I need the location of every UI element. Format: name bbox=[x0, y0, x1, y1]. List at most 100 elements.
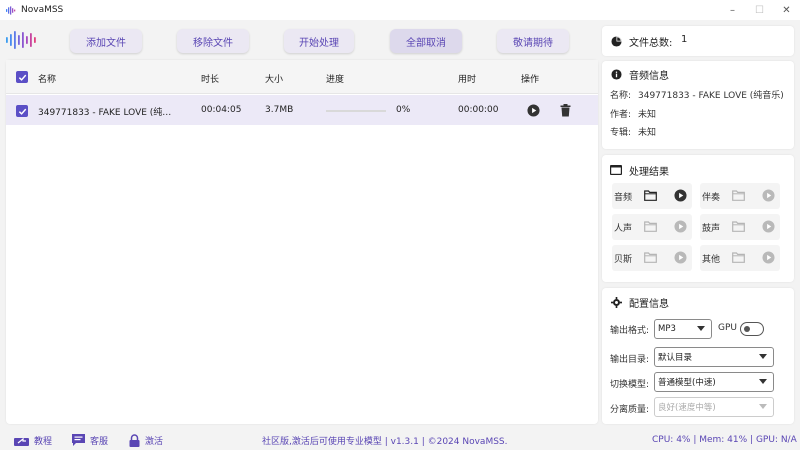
format-value: MP3 bbox=[658, 324, 676, 334]
chat-icon bbox=[72, 434, 85, 446]
file-count-value: 1 bbox=[681, 34, 688, 45]
quality-select[interactable]: 良好(速度中等) bbox=[654, 397, 774, 417]
pie-chart-icon bbox=[610, 35, 622, 47]
play-icon[interactable] bbox=[674, 189, 687, 205]
format-label: 输出格式: bbox=[610, 326, 650, 336]
results-title: 处理结果 bbox=[629, 167, 669, 178]
result-label: 贝斯 bbox=[614, 255, 633, 265]
chevron-down-icon bbox=[759, 354, 767, 359]
gpu-toggle[interactable] bbox=[740, 322, 764, 336]
status-bar: 教程 客服 激活 社区版,激活后可使用专业模型 | v1.3.1 | ©2024… bbox=[0, 430, 800, 450]
model-label: 切换模型: bbox=[610, 380, 650, 390]
outdir-label: 输出目录: bbox=[610, 355, 650, 365]
lock-icon bbox=[129, 433, 140, 447]
row-progress-bar bbox=[326, 110, 386, 112]
result-item: 鼓声 bbox=[700, 214, 780, 240]
outdir-value: 默认目录 bbox=[658, 353, 693, 363]
chevron-down-icon bbox=[759, 379, 767, 384]
close-button[interactable]: ✕ bbox=[773, 0, 800, 20]
file-count-label: 文件总数: bbox=[629, 38, 673, 49]
result-label: 其他 bbox=[702, 255, 721, 265]
folder-icon[interactable] bbox=[644, 221, 657, 235]
chevron-down-icon bbox=[697, 326, 705, 331]
audio-album-label: 专辑: bbox=[610, 128, 632, 138]
toggle-knob bbox=[744, 326, 750, 332]
folder-icon[interactable] bbox=[644, 252, 657, 266]
outdir-select[interactable]: 默认目录 bbox=[654, 347, 774, 367]
maximize-button[interactable]: ☐ bbox=[746, 0, 773, 20]
gpu-label: GPU bbox=[718, 323, 737, 333]
audio-author-value: 未知 bbox=[638, 110, 657, 120]
config-title: 配置信息 bbox=[629, 299, 669, 310]
audio-album-value: 未知 bbox=[638, 128, 657, 138]
result-label: 伴奏 bbox=[702, 193, 721, 203]
result-item: 伴奏 bbox=[700, 183, 780, 209]
model-value: 普通模型(中速) bbox=[658, 378, 716, 388]
quality-value: 良好(速度中等) bbox=[658, 403, 716, 413]
add-files-button[interactable]: 添加文件 bbox=[70, 29, 142, 53]
folder-icon[interactable] bbox=[644, 190, 657, 204]
table-header: 名称 时长 大小 进度 用时 操作 bbox=[6, 60, 598, 94]
support-link[interactable]: 客服 bbox=[72, 434, 108, 447]
result-label: 人声 bbox=[614, 224, 633, 234]
header-duration: 时长 bbox=[201, 75, 220, 85]
remove-files-button[interactable]: 移除文件 bbox=[177, 29, 249, 53]
result-item: 贝斯 bbox=[612, 245, 692, 271]
format-select[interactable]: MP3 bbox=[654, 319, 712, 339]
cancel-all-button[interactable]: 全部取消 bbox=[390, 29, 462, 53]
title-bar: NovaMSS – ☐ ✕ bbox=[0, 0, 800, 20]
header-elapsed: 用时 bbox=[458, 75, 477, 85]
start-processing-button[interactable]: 开始处理 bbox=[284, 29, 354, 53]
play-icon[interactable] bbox=[674, 251, 687, 267]
folder-icon[interactable] bbox=[732, 252, 745, 266]
table-row[interactable]: 349771833 - FAKE LOVE (纯… 00:04:05 3.7MB… bbox=[6, 95, 598, 125]
window-controls: – ☐ ✕ bbox=[719, 0, 800, 20]
quality-label: 分离质量: bbox=[610, 405, 650, 415]
model-select[interactable]: 普通模型(中速) bbox=[654, 372, 774, 392]
result-item: 人声 bbox=[612, 214, 692, 240]
select-all-checkbox[interactable] bbox=[16, 71, 28, 83]
audio-info-title: 音频信息 bbox=[629, 71, 669, 82]
app-logo-icon bbox=[6, 5, 16, 15]
info-icon bbox=[610, 68, 622, 80]
play-icon[interactable] bbox=[527, 104, 540, 120]
tutorial-link[interactable]: 教程 bbox=[14, 434, 52, 447]
header-size: 大小 bbox=[265, 75, 284, 85]
audio-info-panel: 音频信息 名称: 349771833 - FAKE LOVE (纯音乐) 作者:… bbox=[602, 61, 794, 149]
window-title: NovaMSS bbox=[21, 5, 64, 15]
play-icon[interactable] bbox=[674, 220, 687, 236]
header-name: 名称 bbox=[38, 75, 57, 85]
row-name: 349771833 - FAKE LOVE (纯… bbox=[38, 108, 172, 118]
row-elapsed: 00:00:00 bbox=[458, 105, 499, 115]
minimize-button[interactable]: – bbox=[719, 0, 746, 20]
row-duration: 00:04:05 bbox=[201, 105, 242, 115]
row-progress-text: 0% bbox=[396, 105, 411, 115]
gear-icon bbox=[610, 296, 622, 308]
play-icon[interactable] bbox=[762, 220, 775, 236]
row-size: 3.7MB bbox=[265, 105, 294, 115]
waveform-logo-icon bbox=[6, 31, 36, 52]
version-info: 社区版,激活后可使用专业模型 | v1.3.1 | ©2024 NovaMSS. bbox=[262, 436, 508, 447]
result-label: 鼓声 bbox=[702, 224, 721, 234]
activate-link[interactable]: 激活 bbox=[129, 433, 164, 447]
resource-stats: CPU: 4% | Mem: 41% | GPU: N/A bbox=[652, 435, 797, 445]
folder-icon[interactable] bbox=[732, 221, 745, 235]
row-checkbox[interactable] bbox=[16, 105, 28, 117]
header-actions: 操作 bbox=[521, 75, 540, 85]
play-icon[interactable] bbox=[762, 251, 775, 267]
tutorial-icon bbox=[14, 437, 29, 446]
coming-soon-button[interactable]: 敬请期待 bbox=[497, 29, 569, 53]
header-progress: 进度 bbox=[326, 75, 345, 85]
chevron-down-icon bbox=[759, 404, 767, 409]
activate-label: 激活 bbox=[145, 436, 164, 447]
delete-icon[interactable] bbox=[560, 104, 571, 120]
result-item: 其他 bbox=[700, 245, 780, 271]
tutorial-label: 教程 bbox=[34, 436, 53, 447]
audio-author-label: 作者: bbox=[610, 110, 632, 120]
file-count-panel: 文件总数: 1 bbox=[602, 26, 794, 56]
play-icon[interactable] bbox=[762, 189, 775, 205]
results-panel: 处理结果 音频 伴奏人声 鼓声贝斯 其他 bbox=[602, 155, 794, 282]
folder-icon[interactable] bbox=[732, 190, 745, 204]
result-item: 音频 bbox=[612, 183, 692, 209]
audio-name-label: 名称: bbox=[610, 91, 632, 101]
